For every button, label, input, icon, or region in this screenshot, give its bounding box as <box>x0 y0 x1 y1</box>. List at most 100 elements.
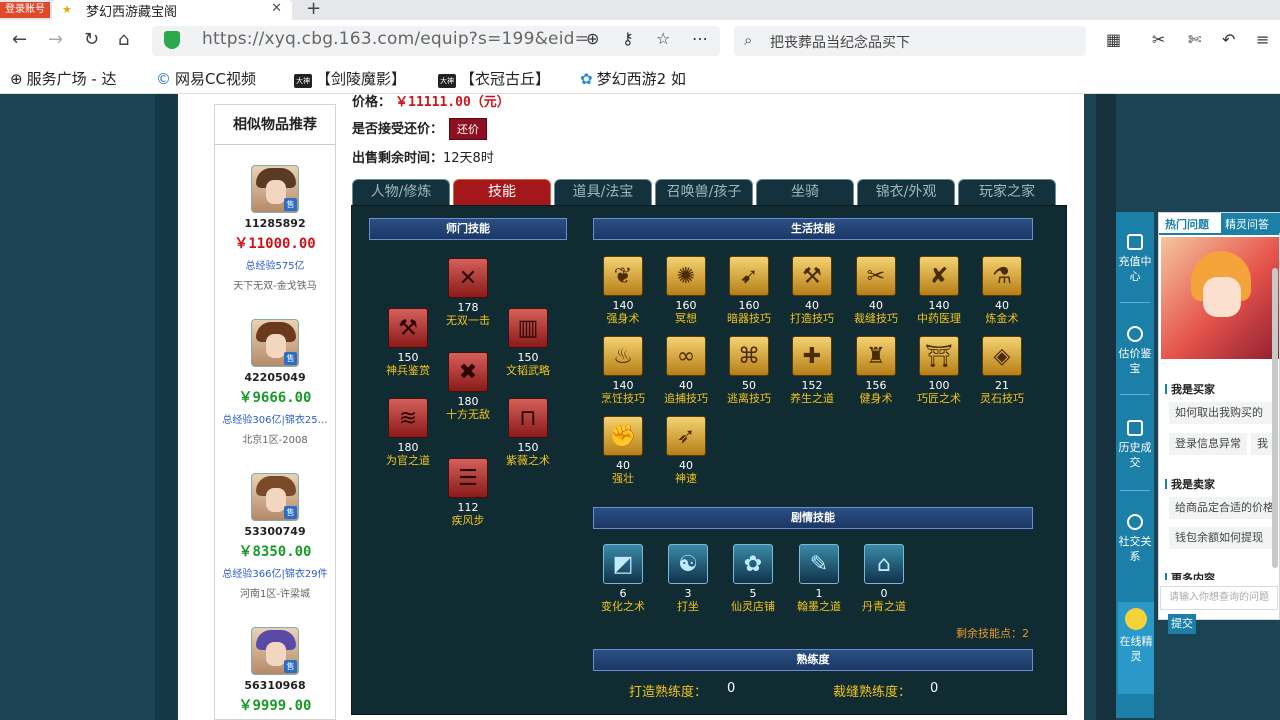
buyer-question-2[interactable]: 登录信息异常 <box>1169 433 1247 455</box>
browser-tab-bar: 登录账号 ★ 梦幻西游藏宝阁 ✕ + <box>0 0 1280 20</box>
history-deals-button[interactable]: 历史成交 <box>1116 420 1154 470</box>
character-avatar[interactable]: 售 <box>251 319 299 367</box>
character-avatar[interactable]: 售 <box>251 165 299 213</box>
help-question-input[interactable]: 请输入你想查询的问题 <box>1160 586 1278 610</box>
life-skill[interactable]: ❦ 140 强身术 <box>596 256 650 326</box>
tab-pets[interactable]: 召唤兽/孩子 <box>655 179 753 206</box>
browser-tab[interactable]: ★ 梦幻西游藏宝阁 ✕ <box>52 0 292 20</box>
item-meta[interactable]: 总经验575亿 <box>215 257 335 272</box>
tab-close-icon[interactable]: ✕ <box>271 1 282 16</box>
home-icon[interactable]: ⌂ <box>118 28 129 52</box>
life-skill[interactable]: ◈ 21 灵石技巧 <box>975 336 1029 406</box>
life-skill[interactable]: ♨ 140 烹饪技巧 <box>596 336 650 406</box>
seller-question-2[interactable]: 钱包余额如何提现 <box>1169 527 1275 549</box>
life-skill[interactable]: ♜ 156 健身术 <box>849 336 903 406</box>
skill-icon: ⚒ <box>388 308 428 348</box>
reload-icon[interactable]: ↻ <box>84 28 99 52</box>
seller-question-1[interactable]: 给商品定合适的价格 <box>1169 497 1275 519</box>
life-skill[interactable]: ✺ 160 冥想 <box>659 256 713 326</box>
life-skill[interactable]: ✊ 40 强壮 <box>596 416 650 486</box>
school-skill[interactable]: ✖ 180 十方无敌 <box>441 352 495 422</box>
bookmark-2[interactable]: 大神 【剑陵魔影】 <box>294 68 406 89</box>
school-skill[interactable]: ✕ 178 无双一击 <box>441 258 495 328</box>
bookmark-3[interactable]: 大神 【衣冠古丘】 <box>438 68 550 89</box>
tab-items[interactable]: 道具/法宝 <box>554 179 652 206</box>
tab-mounts[interactable]: 坐骑 <box>756 179 854 206</box>
character-avatar[interactable]: 售 <box>251 473 299 521</box>
school-skill[interactable]: ☰ 112 疾风步 <box>441 458 495 528</box>
school-skill[interactable]: ▥ 150 文韬武略 <box>501 308 555 378</box>
similar-item[interactable]: 售 56310968 ￥9999.00 <box>215 627 335 715</box>
buyer-question-1[interactable]: 如何取出我购买的 <box>1169 402 1275 424</box>
help-scrollbar[interactable] <box>1272 268 1278 568</box>
back-icon[interactable]: ← <box>12 28 27 52</box>
plot-skill[interactable]: ◩ 6 变化之术 <box>596 544 650 614</box>
key-icon[interactable]: ⚷ <box>622 29 634 48</box>
plot-skill[interactable]: ⌂ 0 丹青之道 <box>857 544 911 614</box>
more-icon[interactable]: ⋯ <box>692 29 708 48</box>
tab-outfits[interactable]: 锦衣/外观 <box>857 179 955 206</box>
help-submit-button[interactable]: 提交 <box>1168 614 1196 634</box>
sale-tag: 售 <box>284 506 297 519</box>
life-skill[interactable]: ⌘ 50 逃离技巧 <box>722 336 776 406</box>
tab-skills[interactable]: 技能 <box>453 179 551 206</box>
plot-skill[interactable]: ✿ 5 仙灵店铺 <box>726 544 780 614</box>
tab-sprite-qa[interactable]: 精灵问答 <box>1221 213 1280 233</box>
appraisal-button[interactable]: 估价鉴宝 <box>1116 326 1154 376</box>
skill-icon: ➹ <box>729 256 769 296</box>
item-server: 河南1区-许梁城 <box>240 589 310 600</box>
star-icon[interactable]: ☆ <box>656 29 670 48</box>
search-box[interactable]: ⌕ 把丧葬品当纪念品买下 <box>734 26 1086 56</box>
undo-icon[interactable]: ↶ <box>1222 30 1235 49</box>
tab-hot-questions[interactable]: 热门问题 <box>1165 216 1209 232</box>
appraise-icon <box>1127 326 1143 342</box>
bookmark-0[interactable]: ⊕ 服务广场 - 达 <box>10 68 117 89</box>
counter-offer-button[interactable]: 还价 <box>449 118 488 140</box>
similar-items-title: 相似物品推荐 <box>215 105 335 145</box>
login-badge[interactable]: 登录账号 <box>0 2 50 18</box>
history-icon <box>1127 420 1143 436</box>
similar-item[interactable]: 售 53300749 ￥8350.00 总经验366亿|锦衣29件 河南1区-许… <box>215 473 335 600</box>
school-skill[interactable]: ⚒ 150 神兵鉴赏 <box>381 308 435 378</box>
character-avatar[interactable]: 售 <box>251 627 299 675</box>
skill-icon: ◈ <box>982 336 1022 376</box>
plot-skill[interactable]: ✎ 1 翰墨之道 <box>792 544 846 614</box>
life-skill[interactable]: ⚒ 40 打造技巧 <box>785 256 839 326</box>
zoom-icon[interactable]: ⊕ <box>586 29 599 48</box>
life-skill[interactable]: ➹ 160 暗器技巧 <box>722 256 776 326</box>
life-skill[interactable]: ✘ 140 中药医理 <box>912 256 966 326</box>
social-button[interactable]: 社交关系 <box>1116 514 1154 564</box>
proficiency-header: 熟练度 <box>593 649 1033 671</box>
bookmark-1[interactable]: © 网易CC视频 <box>156 68 256 89</box>
menu-icon[interactable]: ≡ <box>1256 30 1269 49</box>
school-skill[interactable]: ⊓ 150 紫薇之术 <box>501 398 555 468</box>
life-skill[interactable]: ✂ 40 裁缝技巧 <box>849 256 903 326</box>
url-text[interactable]: https://xyq.cbg.163.com/equip?s=199&eid= <box>202 29 589 49</box>
price-label: 价格： <box>352 95 392 110</box>
life-skill[interactable]: ⚗ 40 炼金术 <box>975 256 1029 326</box>
forward-icon[interactable]: → <box>48 28 63 52</box>
new-tab-button[interactable]: + <box>306 0 321 19</box>
help-banner-image[interactable] <box>1161 237 1279 359</box>
school-skill[interactable]: ≋ 180 为官之道 <box>381 398 435 468</box>
bookmark-4[interactable]: ✿ 梦幻西游2 如 <box>580 68 686 89</box>
life-skill[interactable]: ∞ 40 追捕技巧 <box>659 336 713 406</box>
tab-home[interactable]: 玩家之家 <box>958 179 1056 206</box>
skill-icon: ✖ <box>448 352 488 392</box>
online-sprite-button[interactable]: 在线精灵 <box>1118 602 1154 694</box>
life-skill[interactable]: ✚ 152 养生之道 <box>785 336 839 406</box>
item-meta[interactable]: 总经验306亿|锦衣25… <box>215 411 335 426</box>
life-skill[interactable]: ⛩ 100 巧匠之术 <box>912 336 966 406</box>
wallet-icon <box>1127 234 1143 250</box>
recharge-center-button[interactable]: 充值中心 <box>1116 234 1154 284</box>
tab-character[interactable]: 人物/修炼 <box>352 179 450 206</box>
cc-watermark: @CC直播 <box>1070 52 1200 87</box>
help-panel: 热门问题 精灵问答 我是买家 如何取出我购买的 登录信息异常 我 我是卖家 给商… <box>1158 212 1280 620</box>
item-meta[interactable]: 总经验366亿|锦衣29件 <box>215 565 335 580</box>
plot-skill[interactable]: ☯ 3 打坐 <box>661 544 715 614</box>
skill-icon: ✚ <box>792 336 832 376</box>
seller-section-title: 我是卖家 <box>1165 476 1215 492</box>
similar-item[interactable]: 售 42205049 ￥9666.00 总经验306亿|锦衣25… 北京1区-2… <box>215 319 335 446</box>
similar-item[interactable]: 售 11285892 ￥11000.00 总经验575亿 天下无双-金戈铁马 <box>215 165 335 292</box>
life-skill[interactable]: ➶ 40 神速 <box>659 416 713 486</box>
